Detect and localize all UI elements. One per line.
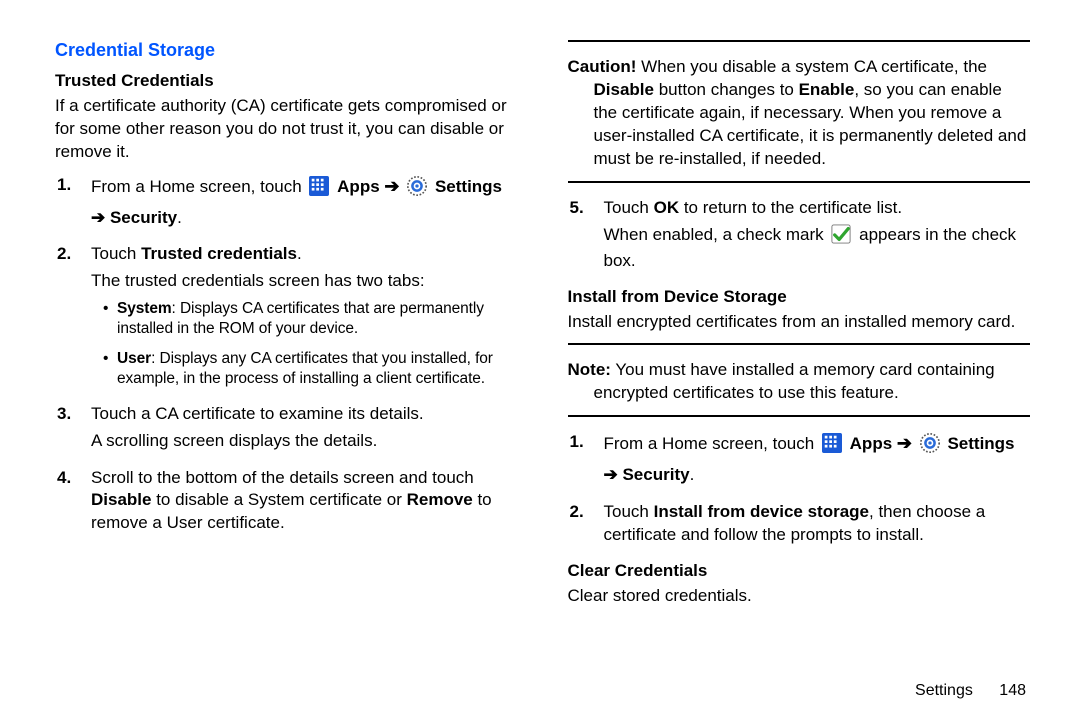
bullet-text: : Displays CA certificates that are perm… bbox=[117, 300, 484, 337]
bold-term: User bbox=[117, 350, 151, 367]
caution-text: button changes to bbox=[654, 80, 799, 99]
security-breadcrumb: ➔ Security bbox=[604, 465, 690, 484]
step-text: Touch a CA certificate to examine its de… bbox=[91, 404, 424, 423]
step-subtext: A scrolling screen displays the details. bbox=[91, 430, 518, 452]
left-column: Credential Storage Trusted Credentials I… bbox=[55, 40, 518, 676]
steps-list-right-bottom: 1. From a Home screen, touch Apps ➔ Sett… bbox=[568, 431, 1031, 546]
bold-term: Install from device storage bbox=[654, 502, 869, 521]
step-text: Touch bbox=[91, 244, 141, 263]
step-text: Touch bbox=[604, 502, 654, 521]
step-1b: 1. From a Home screen, touch Apps ➔ Sett… bbox=[594, 431, 1031, 486]
arrow-icon: ➔ bbox=[384, 176, 399, 196]
page-footer: Settings 148 bbox=[55, 676, 1030, 700]
bullet-text: : Displays any CA certificates that you … bbox=[117, 350, 493, 387]
step-4: 4. Scroll to the bottom of the details s… bbox=[81, 467, 518, 536]
manual-page: Credential Storage Trusted Credentials I… bbox=[0, 0, 1080, 720]
caution-label: Caution! bbox=[568, 57, 637, 76]
caution-paragraph: Caution! When you disable a system CA ce… bbox=[568, 56, 1031, 171]
install-intro: Install encrypted certificates from an i… bbox=[568, 311, 1031, 334]
step-2b: 2. Touch Install from device storage, th… bbox=[594, 501, 1031, 547]
footer-label: Settings bbox=[915, 682, 973, 699]
apps-label: Apps bbox=[337, 177, 384, 196]
apps-icon bbox=[822, 433, 842, 460]
step-subtext: When enabled, a check mark appears in th… bbox=[604, 224, 1031, 273]
security-breadcrumb: ➔ Security bbox=[91, 208, 177, 227]
settings-label: Settings bbox=[435, 177, 502, 196]
subheading-clear: Clear Credentials bbox=[568, 561, 1031, 581]
arrow-icon: ➔ bbox=[897, 433, 912, 453]
step-3: 3. Touch a CA certificate to examine its… bbox=[81, 403, 518, 452]
right-column: Caution! When you disable a system CA ce… bbox=[568, 40, 1031, 676]
divider bbox=[568, 343, 1031, 345]
step-text: to return to the certificate list. bbox=[679, 198, 902, 217]
section-heading: Credential Storage bbox=[55, 40, 518, 61]
step-2: 2. Touch Trusted credentials. The truste… bbox=[81, 243, 518, 389]
step-text: From a Home screen, touch bbox=[91, 177, 306, 196]
gear-icon bbox=[407, 176, 427, 203]
steps-list-left: 1. From a Home screen, touch Apps ➔ Sett… bbox=[55, 174, 518, 536]
step-text: Touch bbox=[604, 198, 654, 217]
gear-icon bbox=[920, 433, 940, 460]
clear-text: Clear stored credentials. bbox=[568, 585, 1031, 608]
caution-text: When you disable a system CA certificate… bbox=[636, 57, 987, 76]
bold-term: OK bbox=[654, 198, 680, 217]
bold-term: Trusted credentials bbox=[141, 244, 297, 263]
bullet-system: System: Displays CA certificates that ar… bbox=[105, 299, 518, 339]
note-label: Note: bbox=[568, 360, 611, 379]
apps-label: Apps bbox=[850, 434, 897, 453]
subheading-trusted: Trusted Credentials bbox=[55, 71, 518, 91]
apps-icon bbox=[309, 176, 329, 203]
step-text: Scroll to the bottom of the details scre… bbox=[91, 468, 474, 487]
divider bbox=[568, 415, 1031, 417]
intro-paragraph: If a certificate authority (CA) certific… bbox=[55, 95, 518, 164]
divider bbox=[568, 40, 1031, 42]
page-number: 148 bbox=[999, 682, 1026, 699]
bold-term: Remove bbox=[407, 490, 473, 509]
subheading-install: Install from Device Storage bbox=[568, 287, 1031, 307]
note-text: You must have installed a memory card co… bbox=[594, 360, 995, 402]
step-5: 5. Touch OK to return to the certificate… bbox=[594, 197, 1031, 273]
bold-term: System bbox=[117, 300, 172, 317]
settings-label: Settings bbox=[947, 434, 1014, 453]
steps-list-right-top: 5. Touch OK to return to the certificate… bbox=[568, 197, 1031, 273]
checkmark-icon bbox=[831, 224, 851, 250]
step-text: From a Home screen, touch bbox=[604, 434, 819, 453]
step-text: to disable a System certificate or bbox=[151, 490, 406, 509]
bold-term: Disable bbox=[594, 80, 654, 99]
step-subtext: The trusted credentials screen has two t… bbox=[91, 270, 518, 292]
divider bbox=[568, 181, 1031, 183]
step-1: 1. From a Home screen, touch Apps ➔ Sett… bbox=[81, 174, 518, 229]
bold-term: Disable bbox=[91, 490, 151, 509]
bullet-user: User: Displays any CA certificates that … bbox=[105, 349, 518, 389]
bold-term: Enable bbox=[799, 80, 855, 99]
note-paragraph: Note: You must have installed a memory c… bbox=[568, 359, 1031, 405]
